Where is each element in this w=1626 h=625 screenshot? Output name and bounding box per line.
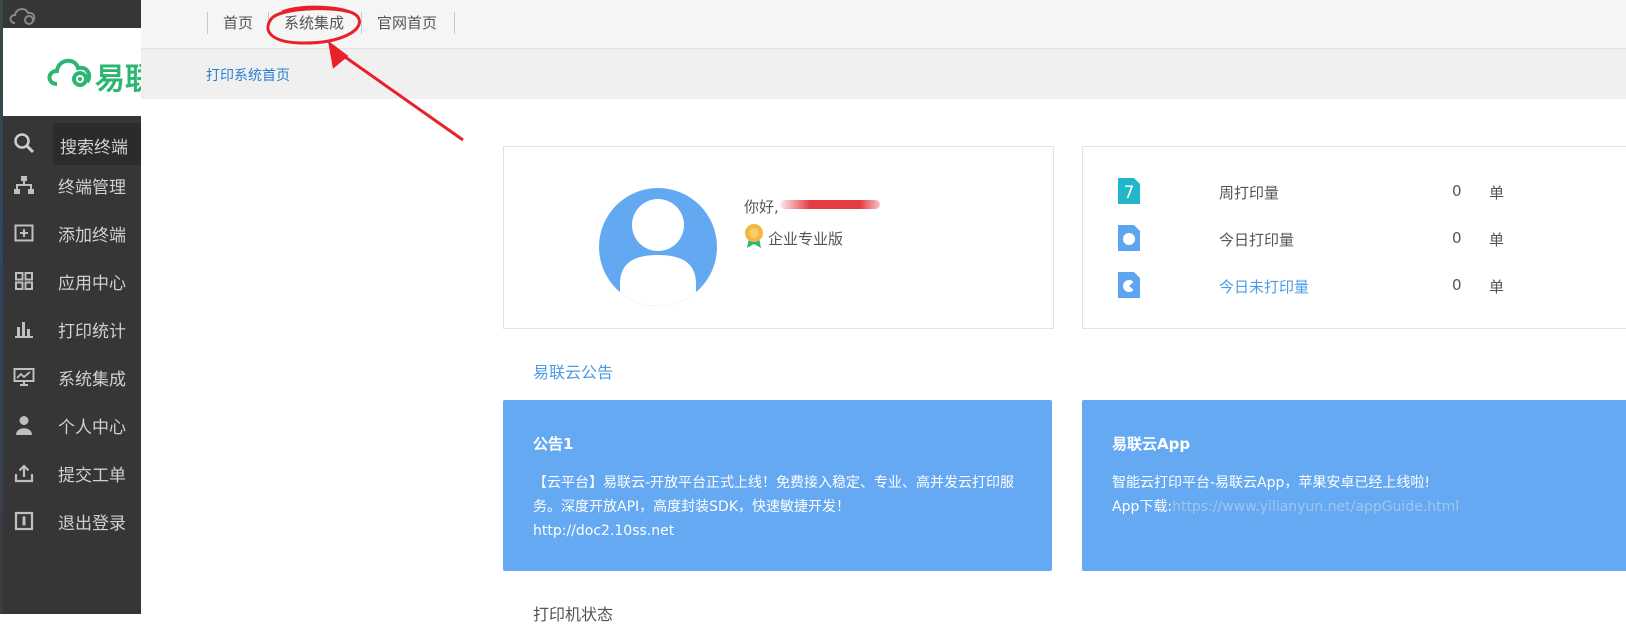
add-box-icon <box>12 221 36 245</box>
stat-label[interactable]: 今日未打印量 <box>1219 276 1309 297</box>
cloud-icon <box>8 4 40 26</box>
stat-value: 0 <box>1452 182 1462 200</box>
sidebar: 易联 搜索终端 终端管理 添加终端 应用中心 打印统计 系统集成 个人中心 提交… <box>0 0 141 614</box>
notice-card-2: 易联云App 智能云打印平台-易联云App，苹果安卓已经上线啦! App下载:h… <box>1082 400 1626 571</box>
sidebar-item-personal-center[interactable]: 个人中心 <box>3 403 141 447</box>
avatar <box>599 188 717 306</box>
sitemap-icon <box>12 173 36 197</box>
sidebar-item-app-center[interactable]: 应用中心 <box>3 259 141 303</box>
sidebar-item-label: 打印统计 <box>58 321 126 342</box>
stat-label: 周打印量 <box>1219 184 1280 202</box>
sidebar-item-label: 应用中心 <box>58 273 126 294</box>
svg-text:7: 7 <box>1124 183 1135 203</box>
sidebar-item-label: 系统集成 <box>58 369 126 390</box>
sidebar-item-print-stats[interactable]: 打印统计 <box>3 307 141 351</box>
notice-text: 智能云打印平台-易联云App，苹果安卓已经上线啦! <box>1112 475 1431 491</box>
nav-official-site[interactable]: 官网首页 <box>377 12 437 34</box>
logo-text: 易联 <box>95 62 141 97</box>
stat-unit: 单 <box>1489 278 1505 296</box>
nav-home[interactable]: 首页 <box>223 12 253 34</box>
bar-chart-icon <box>12 317 36 341</box>
printer-status-title: 打印机状态 <box>533 605 614 624</box>
logo[interactable]: 易联 <box>3 28 141 116</box>
top-nav: 首页 系统集成 官网首页 <box>141 0 1626 49</box>
stat-label: 今日打印量 <box>1219 231 1295 249</box>
search-icon <box>13 132 35 158</box>
document-circle-icon <box>1118 225 1140 255</box>
sidebar-item-label: 退出登录 <box>58 513 126 534</box>
notice-card-1: 公告1 【云平台】易联云-开放平台正式上线！免费接入稳定、专业、高并发云打印服务… <box>503 400 1052 571</box>
calendar-week-icon: 7 <box>1118 178 1140 208</box>
logo-cloud-icon <box>47 58 92 87</box>
stat-unit: 单 <box>1489 231 1505 249</box>
app-download-link[interactable]: https://www.yilianyun.net/appGuide.html <box>1172 499 1459 515</box>
notice-title: 易联云App <box>1112 435 1191 453</box>
upload-icon <box>12 461 36 485</box>
nav-divider <box>361 12 362 34</box>
redacted-username <box>780 200 880 209</box>
edition-badge: 企业专业版 <box>744 223 843 253</box>
notice-title: 公告1 <box>533 435 574 453</box>
nav-divider <box>268 12 269 34</box>
search-terminal[interactable]: 搜索终端 <box>3 121 141 167</box>
medal-icon <box>744 223 764 253</box>
logout-icon <box>12 509 36 533</box>
stat-row-weekly: 7 周打印量 0 单 <box>1083 174 1626 208</box>
stat-value: 0 <box>1452 276 1462 294</box>
stats-card: 7 周打印量 0 单 今日打印量 0 单 今日未打印量 0 单 <box>1082 146 1626 329</box>
grid-icon <box>12 269 36 293</box>
notice-body: 【云平台】易联云-开放平台正式上线！免费接入稳定、专业、高并发云打印服务。深度开… <box>533 471 1023 543</box>
notice-body: 智能云打印平台-易联云App，苹果安卓已经上线啦! App下载:https://… <box>1112 471 1602 519</box>
monitor-chart-icon <box>12 365 36 389</box>
stat-unit: 单 <box>1489 184 1505 202</box>
sidebar-item-logout[interactable]: 退出登录 <box>3 499 141 543</box>
notice-link[interactable]: http://doc2.10ss.net <box>533 523 674 539</box>
notice-text: 【云平台】易联云-开放平台正式上线！免费接入稳定、专业、高并发云打印服务。深度开… <box>533 475 1015 515</box>
profile-card: 你好, 企业专业版 <box>503 146 1054 329</box>
nav-divider <box>454 12 455 34</box>
nav-divider <box>207 12 208 34</box>
breadcrumb-bar: 打印系统首页 <box>141 49 1626 99</box>
breadcrumb[interactable]: 打印系统首页 <box>206 65 290 85</box>
user-avatar-icon <box>620 199 696 306</box>
sidebar-item-submit-ticket[interactable]: 提交工单 <box>3 451 141 495</box>
download-label: App下载: <box>1112 499 1173 515</box>
notice-section-title: 易联云公告 <box>533 363 614 382</box>
document-pie-icon <box>1118 272 1140 302</box>
edition-text: 企业专业版 <box>768 229 844 248</box>
sidebar-item-add-terminal[interactable]: 添加终端 <box>3 211 141 255</box>
sidebar-item-terminal-management[interactable]: 终端管理 <box>3 163 141 207</box>
sidebar-item-label: 个人中心 <box>58 417 126 438</box>
sidebar-item-system-integration[interactable]: 系统集成 <box>3 355 141 399</box>
user-icon <box>12 413 36 437</box>
greeting-text: 你好, <box>744 198 779 216</box>
stat-value: 0 <box>1452 229 1462 247</box>
search-label: 搜索终端 <box>60 138 128 158</box>
stat-row-unprinted: 今日未打印量 0 单 <box>1083 268 1626 302</box>
sidebar-item-label: 终端管理 <box>58 177 126 198</box>
nav-system-integration[interactable]: 系统集成 <box>284 12 344 34</box>
stat-row-today: 今日打印量 0 单 <box>1083 221 1626 255</box>
sidebar-item-label: 添加终端 <box>58 225 126 246</box>
sidebar-item-label: 提交工单 <box>58 465 126 486</box>
